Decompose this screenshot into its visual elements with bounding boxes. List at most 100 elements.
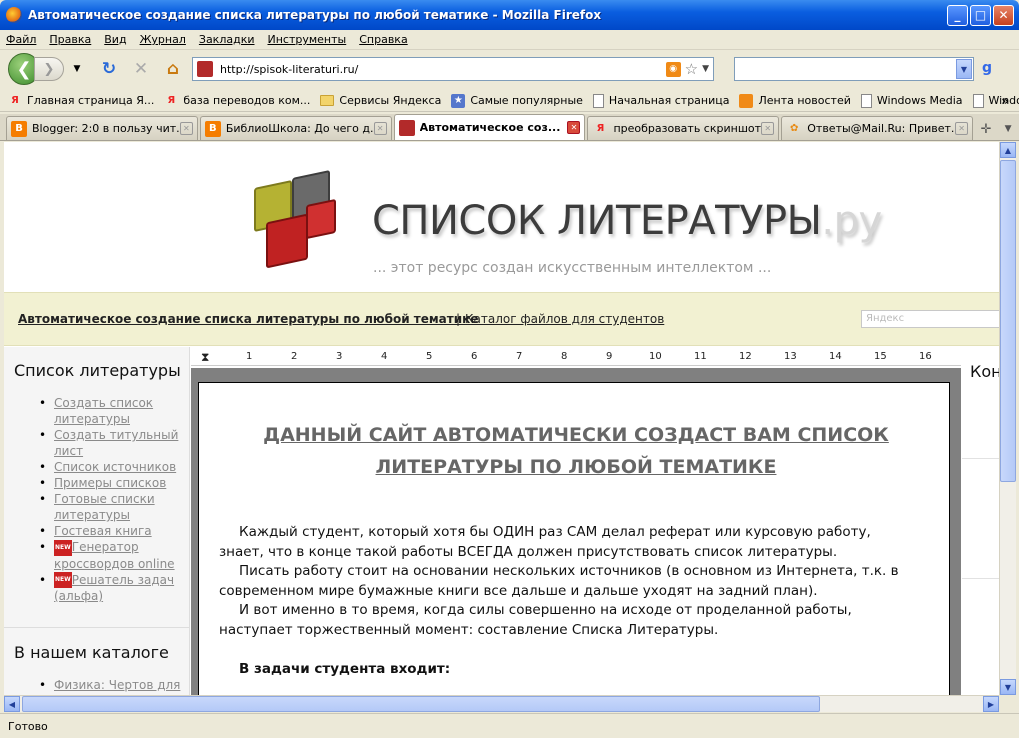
tab-blogger[interactable]: B Blogger: 2:0 в пользу чит... ✕ <box>6 116 198 140</box>
bookmark-item[interactable]: Я Главная страница Я... <box>8 94 154 108</box>
tab-spisok-literaturi[interactable]: Автоматическое соз... ✕ <box>393 114 586 140</box>
title-bar: Автоматическое создание списка литератур… <box>0 0 1019 30</box>
menu-help[interactable]: Справка <box>359 33 407 46</box>
new-tab-icon[interactable]: ✛ <box>975 118 997 140</box>
site-favicon-icon <box>197 61 213 77</box>
page-icon <box>860 93 872 108</box>
maximize-button[interactable]: □ <box>970 4 991 26</box>
tab-close-icon[interactable]: ✕ <box>761 122 775 135</box>
bookmark-star-icon[interactable]: ☆ <box>685 60 698 78</box>
right-sidebar: Кон <box>962 348 999 695</box>
sidebar-item[interactable]: Гостевая книга <box>39 523 184 539</box>
yandex-search-input[interactable]: Яндекс <box>861 310 999 328</box>
yandex-icon: Я <box>596 123 605 134</box>
home-icon[interactable]: ⌂ <box>162 58 184 80</box>
search-dropdown-icon[interactable]: ▼ <box>956 59 972 79</box>
tab-biblioschool[interactable]: B БиблиоШкола: До чего д... ✕ <box>199 116 392 140</box>
document-paragraph: Писать работу стоит на основании несколь… <box>219 563 899 599</box>
tab-close-icon[interactable]: ✕ <box>567 121 581 134</box>
link-main[interactable]: Автоматическое создание списка литератур… <box>18 312 478 326</box>
bookmark-item[interactable]: Сервисы Яндекса <box>320 94 441 107</box>
blogger-icon: B <box>204 120 221 137</box>
bookmarks-overflow-icon[interactable]: » <box>1001 94 1009 108</box>
folder-icon <box>320 95 335 106</box>
menu-file[interactable]: Файл <box>6 33 36 46</box>
vertical-scrollbar[interactable]: ▲ ▼ <box>999 142 1016 695</box>
window-title: Автоматическое создание списка литератур… <box>28 8 602 22</box>
url-text[interactable]: http://spisok-literaturi.ru/ <box>220 63 666 76</box>
sidebar-item[interactable]: NEWРешатель задач (альфа) <box>39 572 184 605</box>
site-tagline: ... этот ресурс создан искусственным инт… <box>373 260 772 276</box>
sidebar-heading-catalog: В нашем каталоге <box>14 643 169 662</box>
yandex-icon: Я <box>167 95 176 106</box>
menu-edit[interactable]: Правка <box>49 33 91 46</box>
menu-bookmarks[interactable]: Закладки <box>199 33 255 46</box>
scroll-up-icon[interactable]: ▲ <box>1000 142 1016 158</box>
sidebar-item[interactable]: Создать список литературы <box>39 395 184 427</box>
horizontal-scrollbar[interactable]: ◀ ▶ <box>4 695 999 712</box>
horizontal-scroll-thumb[interactable] <box>22 696 820 712</box>
reload-icon[interactable]: ↻ <box>98 58 120 80</box>
search-input[interactable]: ▼ <box>734 57 974 81</box>
bookmark-item[interactable]: Ябаза переводов ком... <box>164 94 311 108</box>
link-catalog[interactable]: Каталог файлов для студентов <box>465 312 664 326</box>
close-window-button[interactable]: ✕ <box>993 4 1014 26</box>
menu-history[interactable]: Журнал <box>140 33 186 46</box>
catalog-item[interactable]: Физика: Чертов для <box>39 677 184 693</box>
menu-bar: Файл Правка Вид Журнал Закладки Инструме… <box>0 30 1019 50</box>
sidebar-item[interactable]: Готовые списки литературы <box>39 491 184 523</box>
page-icon <box>972 93 984 108</box>
tab-bar: B Blogger: 2:0 в пользу чит... ✕ B Библи… <box>0 114 1019 141</box>
catalog-menu: Физика: Чертов для <box>39 677 184 693</box>
site-header: СПИСОК ЛИТЕРАТУРЫ.ру ... этот ресурс соз… <box>4 142 999 290</box>
page-icon <box>592 93 604 108</box>
tab-close-icon[interactable]: ✕ <box>179 122 193 135</box>
tab-close-icon[interactable]: ✕ <box>373 122 387 135</box>
menu-view[interactable]: Вид <box>104 33 126 46</box>
document-paragraph: Каждый студент, который хотя бы ОДИН раз… <box>219 524 871 560</box>
scroll-down-icon[interactable]: ▼ <box>1000 679 1016 695</box>
rss-icon[interactable]: ◉ <box>665 61 681 77</box>
document-paragraph: И вот именно в то время, когда силы сове… <box>219 602 852 638</box>
mailru-icon: ✿ <box>790 123 799 134</box>
vertical-scroll-thumb[interactable] <box>1000 160 1016 482</box>
scroll-left-icon[interactable]: ◀ <box>4 696 20 712</box>
sidebar-item[interactable]: Список источников <box>39 459 184 475</box>
history-dropdown-icon[interactable]: ▼ <box>66 58 88 80</box>
book-icon <box>398 119 415 136</box>
site-link-bar: Автоматическое создание списка литератур… <box>4 292 999 346</box>
tab-yandex-screenshot[interactable]: Я преобразовать скриншот... ✕ <box>587 116 780 140</box>
right-divider <box>962 458 999 459</box>
bookmark-item[interactable]: Лента новостей <box>739 93 851 108</box>
bookmark-item[interactable]: Windows Media <box>860 93 963 108</box>
forward-button[interactable]: ❯ <box>34 57 64 81</box>
link-separator: | <box>456 312 461 326</box>
menu-tools[interactable]: Инструменты <box>268 33 347 46</box>
ruler-indent-icon[interactable]: ⧗ <box>201 350 209 365</box>
tab-mailru-answers[interactable]: ✿ Ответы@Mail.Ru: Привет... ✕ <box>781 116 974 140</box>
document-ruler: ⧗ 1 2 3 4 5 6 7 8 9 10 11 12 13 14 15 16 <box>191 348 961 366</box>
sidebar-item[interactable]: NEWГенератор кроссвордов online <box>39 539 184 572</box>
sidebar-item[interactable]: Создать титульный лист <box>39 427 184 459</box>
new-badge: NEW <box>54 539 72 556</box>
right-divider <box>962 578 999 579</box>
sidebar-divider <box>4 627 190 628</box>
sidebar-menu: Создать список литературы Создать титуль… <box>39 395 184 605</box>
url-bar[interactable]: http://spisok-literaturi.ru/ ◉ ☆ ▼ <box>192 57 714 81</box>
search-engine-icon[interactable]: g <box>982 60 998 76</box>
tab-close-icon[interactable]: ✕ <box>955 122 969 135</box>
sidebar-item[interactable]: Примеры списков <box>39 475 184 491</box>
bookmark-item[interactable]: Windows <box>972 93 1019 108</box>
firefox-icon <box>6 7 22 23</box>
scroll-right-icon[interactable]: ▶ <box>983 696 999 712</box>
stop-icon[interactable]: ✕ <box>130 58 152 80</box>
left-sidebar: Список литературы Создать список литерат… <box>4 347 190 695</box>
bookmarks-toolbar: Я Главная страница Я... Ябаза переводов к… <box>0 90 1019 112</box>
bookmark-item[interactable]: Начальная страница <box>592 93 729 108</box>
books-logo-icon <box>248 169 344 274</box>
tab-list-icon[interactable]: ▼ <box>997 118 1019 140</box>
bookmark-item[interactable]: ★ Самые популярные <box>451 93 583 108</box>
page-viewport: СПИСОК ЛИТЕРАТУРЫ.ру ... этот ресурс соз… <box>4 142 999 695</box>
url-dropdown-icon[interactable]: ▼ <box>702 64 709 74</box>
minimize-button[interactable]: _ <box>947 4 968 26</box>
